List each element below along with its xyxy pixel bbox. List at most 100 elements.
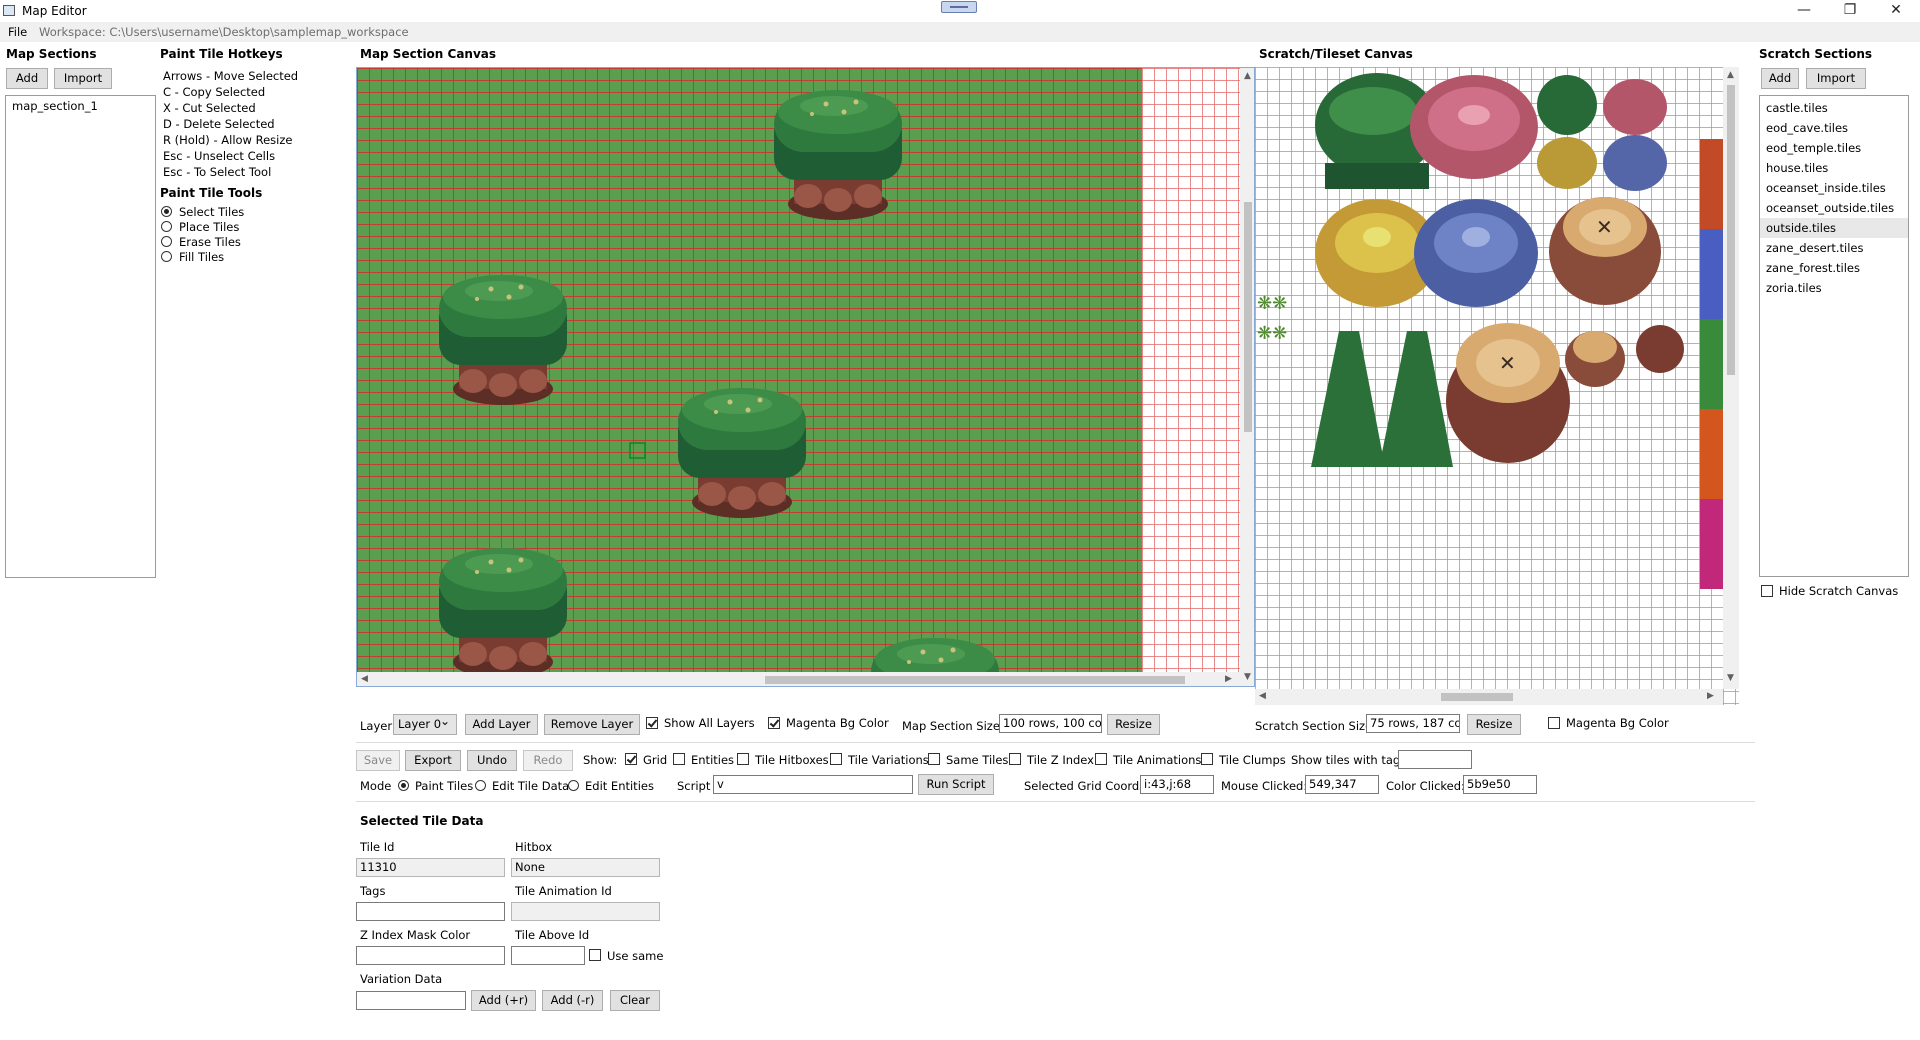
map-sections-add-button[interactable]: Add: [6, 68, 48, 89]
scratch-magenta-checkbox[interactable]: [1548, 717, 1560, 729]
close-icon[interactable]: ✕: [1873, 0, 1919, 22]
save-button[interactable]: Save: [356, 750, 400, 771]
entities-label[interactable]: Entities: [691, 753, 734, 767]
tool-erase-radio[interactable]: [161, 236, 172, 247]
scratch-tileset-canvas[interactable]: ✕ ❋❋ ❋❋ ✕ ▲ ▼ ◀ ▶: [1255, 67, 1739, 705]
map-resize-button[interactable]: Resize: [1107, 714, 1160, 735]
add-minus-r-button[interactable]: Add (-r): [542, 990, 603, 1011]
map-horizontal-scrollbar[interactable]: ◀ ▶: [357, 672, 1240, 686]
scratch-resize-button[interactable]: Resize: [1467, 714, 1521, 735]
scratch-item[interactable]: house.tiles: [1760, 158, 1908, 178]
show-all-layers-checkbox[interactable]: [646, 717, 658, 729]
mode-edit-entities-label[interactable]: Edit Entities: [585, 779, 654, 793]
scratch-hscroll-thumb[interactable]: [1441, 693, 1513, 701]
map-vertical-scrollbar[interactable]: ▲ ▼: [1240, 68, 1254, 686]
tool-erase-label[interactable]: Erase Tiles: [179, 235, 241, 249]
scratch-sections-import-button[interactable]: Import: [1806, 68, 1866, 89]
mode-paint-label[interactable]: Paint Tiles: [415, 779, 473, 793]
magenta-bg-checkbox[interactable]: [768, 717, 780, 729]
use-same-label[interactable]: Use same: [607, 949, 663, 963]
tool-fill-radio[interactable]: [161, 251, 172, 262]
map-sections-import-button[interactable]: Import: [54, 68, 112, 89]
layer-select[interactable]: Layer 0: [393, 712, 457, 735]
tile-above-field[interactable]: [511, 946, 585, 965]
scroll-left-icon[interactable]: ◀: [1259, 691, 1266, 701]
show-all-layers-label[interactable]: Show All Layers: [664, 716, 755, 730]
tile-clumps-label[interactable]: Tile Clumps: [1219, 753, 1286, 767]
hide-scratch-checkbox[interactable]: [1761, 585, 1773, 597]
tile-animations-checkbox[interactable]: [1095, 753, 1107, 765]
grid-checkbox[interactable]: [625, 753, 637, 765]
tile-hitboxes-label[interactable]: Tile Hitboxes: [755, 753, 829, 767]
scroll-right-icon[interactable]: ▶: [1225, 674, 1232, 684]
menu-file[interactable]: File: [8, 25, 27, 39]
scratch-item[interactable]: oceanset_inside.tiles: [1760, 178, 1908, 198]
tile-id-field[interactable]: 11310: [356, 858, 505, 877]
map-vscroll-thumb[interactable]: [1244, 202, 1252, 432]
remove-layer-button[interactable]: Remove Layer: [544, 714, 640, 735]
tile-z-index-checkbox[interactable]: [1009, 753, 1021, 765]
hide-scratch-label[interactable]: Hide Scratch Canvas: [1779, 584, 1898, 598]
restore-icon[interactable]: ❐: [1827, 0, 1873, 22]
tool-fill-label[interactable]: Fill Tiles: [179, 250, 224, 264]
tool-place-radio[interactable]: [161, 221, 172, 232]
grid-coords-field[interactable]: i:43,j:68: [1140, 775, 1214, 794]
variation-data-field[interactable]: [356, 991, 466, 1010]
z-index-mask-field[interactable]: [356, 946, 505, 965]
mode-paint-radio[interactable]: [398, 780, 409, 791]
map-size-field[interactable]: 100 rows, 100 cols: [999, 714, 1102, 733]
scratch-item[interactable]: oceanset_outside.tiles: [1760, 198, 1908, 218]
tool-select-label[interactable]: Select Tiles: [179, 205, 244, 219]
scratch-vscroll-thumb[interactable]: [1727, 85, 1735, 375]
scroll-down-icon[interactable]: ▼: [1244, 672, 1251, 682]
tile-variations-checkbox[interactable]: [830, 753, 842, 765]
redo-button[interactable]: Redo: [523, 750, 573, 771]
tile-animations-label[interactable]: Tile Animations: [1113, 753, 1201, 767]
scratch-item[interactable]: eod_temple.tiles: [1760, 138, 1908, 158]
scratch-size-field[interactable]: 75 rows, 187 cols: [1366, 714, 1460, 733]
tile-animation-field[interactable]: [511, 902, 660, 921]
script-input[interactable]: v: [713, 775, 913, 794]
scroll-up-icon[interactable]: ▲: [1727, 70, 1734, 80]
mode-edit-tile-radio[interactable]: [475, 780, 486, 791]
scratch-item[interactable]: zoria.tiles: [1760, 278, 1908, 298]
tool-place-label[interactable]: Place Tiles: [179, 220, 239, 234]
hitbox-field[interactable]: None: [511, 858, 660, 877]
run-script-button[interactable]: Run Script: [918, 774, 994, 795]
scratch-item-selected[interactable]: outside.tiles: [1760, 218, 1908, 238]
export-button[interactable]: Export: [405, 750, 461, 771]
scratch-vertical-scrollbar[interactable]: ▲ ▼: [1723, 67, 1739, 689]
mode-edit-tile-label[interactable]: Edit Tile Data: [492, 779, 569, 793]
map-sections-list[interactable]: map_section_1: [5, 95, 156, 578]
scratch-sections-list[interactable]: castle.tiles eod_cave.tiles eod_temple.t…: [1759, 95, 1909, 577]
tile-z-index-label[interactable]: Tile Z Index: [1027, 753, 1094, 767]
same-tiles-label[interactable]: Same Tiles: [946, 753, 1008, 767]
scratch-item[interactable]: castle.tiles: [1760, 98, 1908, 118]
same-tiles-checkbox[interactable]: [928, 753, 940, 765]
minimize-icon[interactable]: —: [1781, 0, 1827, 22]
magenta-bg-label[interactable]: Magenta Bg Color: [786, 716, 889, 730]
undo-button[interactable]: Undo: [467, 750, 517, 771]
add-plus-r-button[interactable]: Add (+r): [471, 990, 536, 1011]
tile-variations-label[interactable]: Tile Variations: [848, 753, 929, 767]
tool-select-radio[interactable]: [161, 206, 172, 217]
scratch-sections-add-button[interactable]: Add: [1761, 68, 1799, 89]
entities-checkbox[interactable]: [673, 753, 685, 765]
scratch-item[interactable]: eod_cave.tiles: [1760, 118, 1908, 138]
scratch-item[interactable]: zane_forest.tiles: [1760, 258, 1908, 278]
add-layer-button[interactable]: Add Layer: [465, 714, 538, 735]
map-section-item[interactable]: map_section_1: [6, 96, 155, 116]
mouse-clicked-field[interactable]: 549,347: [1305, 775, 1379, 794]
tile-hitboxes-checkbox[interactable]: [737, 753, 749, 765]
scroll-left-icon[interactable]: ◀: [361, 674, 368, 684]
map-section-canvas[interactable]: ▲ ▼ ◀ ▶: [356, 67, 1255, 687]
scratch-item[interactable]: zane_desert.tiles: [1760, 238, 1908, 258]
tile-clumps-checkbox[interactable]: [1201, 753, 1213, 765]
scratch-horizontal-scrollbar[interactable]: ◀ ▶: [1255, 689, 1723, 705]
tags-field[interactable]: [356, 902, 505, 921]
grid-label[interactable]: Grid: [643, 753, 667, 767]
drag-handle-icon[interactable]: [941, 1, 977, 13]
clear-button[interactable]: Clear: [610, 990, 660, 1011]
scroll-down-icon[interactable]: ▼: [1727, 673, 1734, 683]
show-tiles-with-tag-input[interactable]: [1398, 750, 1472, 769]
